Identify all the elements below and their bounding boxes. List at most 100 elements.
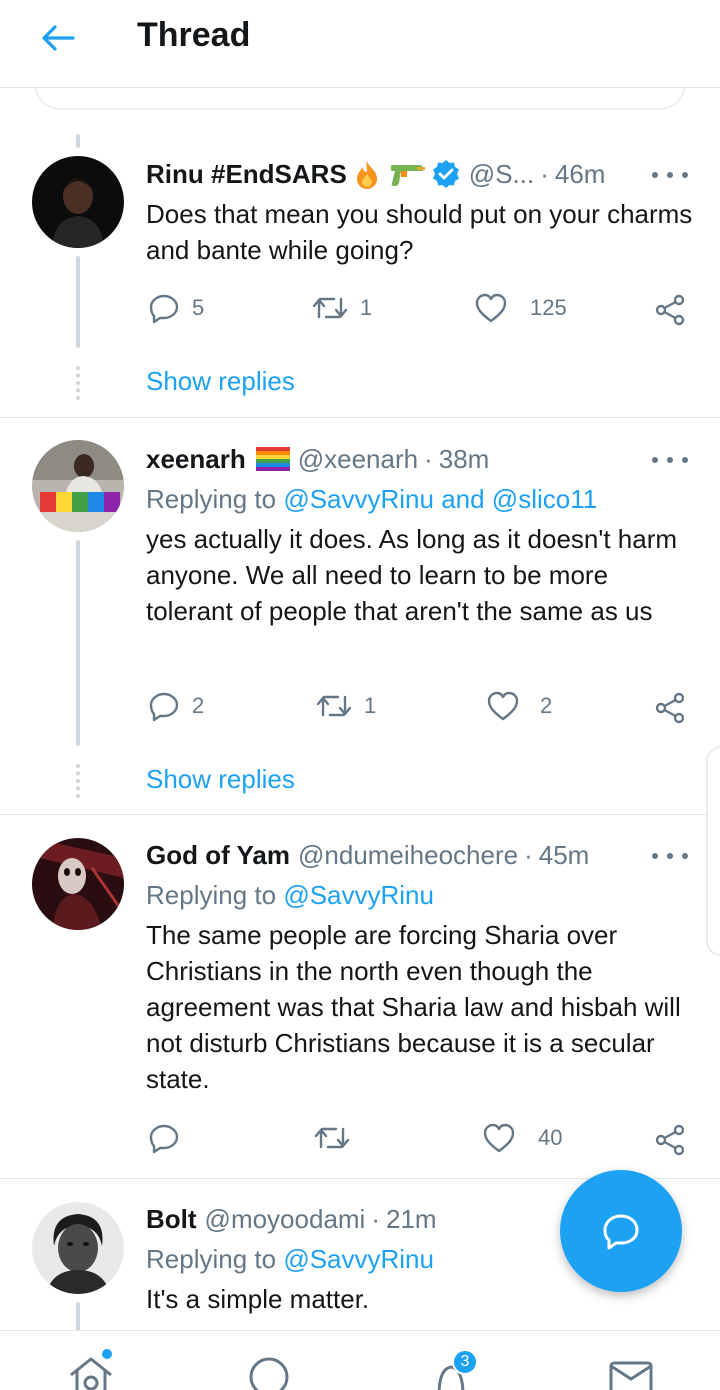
reply-icon xyxy=(149,294,179,324)
replying-to-link[interactable]: @SavvyRinu xyxy=(283,880,434,910)
handle[interactable]: @xeenarh xyxy=(298,444,418,475)
top-bar: Thread xyxy=(0,0,720,88)
thread-line xyxy=(76,1302,80,1332)
reply-bubble-icon xyxy=(603,1214,639,1250)
home-new-dot xyxy=(102,1349,112,1359)
more-options-button[interactable] xyxy=(652,445,688,475)
retweet-button[interactable]: 1 xyxy=(312,288,372,328)
reply-count: 5 xyxy=(192,295,205,320)
replying-to-link[interactable]: @SavvyRinu and @slico11 xyxy=(283,484,597,514)
compose-reply-button[interactable] xyxy=(560,1170,682,1292)
share-button[interactable] xyxy=(650,1120,690,1160)
thread-line xyxy=(76,540,80,746)
like-count: 125 xyxy=(530,295,567,320)
retweet-icon xyxy=(314,1127,350,1149)
divider xyxy=(0,417,720,418)
share-icon xyxy=(655,692,685,724)
nav-search[interactable] xyxy=(244,1355,294,1390)
like-count: 2 xyxy=(540,693,553,718)
tweet-text: The same people are forcing Sharia over … xyxy=(146,920,681,1094)
page-title: Thread xyxy=(137,16,251,54)
handle[interactable]: @ndumeiheochere xyxy=(298,840,518,871)
share-icon xyxy=(655,294,685,326)
thread-dots xyxy=(76,764,80,798)
nav-home[interactable] xyxy=(66,1355,116,1390)
retweet-icon xyxy=(316,695,352,717)
reply-button[interactable] xyxy=(148,1118,192,1158)
retweet-count: 1 xyxy=(360,295,373,320)
retweet-button[interactable]: 1 xyxy=(316,686,376,726)
side-panel-handle[interactable] xyxy=(706,746,720,956)
thread-line xyxy=(76,134,80,148)
display-name[interactable]: Rinu #EndSARS xyxy=(146,159,347,190)
nav-messages[interactable] xyxy=(606,1355,656,1390)
back-button[interactable] xyxy=(36,20,80,56)
share-icon xyxy=(655,1124,685,1156)
bottom-navigation: 3 xyxy=(0,1330,720,1390)
reply-button[interactable]: 5 xyxy=(148,288,204,328)
divider xyxy=(0,814,720,815)
more-options-button[interactable] xyxy=(652,841,688,871)
tweet-header: Bolt @moyoodami · 21m xyxy=(146,1201,437,1237)
share-button[interactable] xyxy=(650,688,690,728)
timestamp[interactable]: 46m xyxy=(555,159,606,190)
thread-dots xyxy=(76,366,80,400)
avatar[interactable] xyxy=(32,1202,124,1294)
replying-to-prefix: Replying to xyxy=(146,880,277,910)
separator-dot: · xyxy=(524,839,533,870)
back-arrow-icon xyxy=(42,25,75,51)
like-button[interactable]: 2 xyxy=(486,686,552,726)
tweet-header: God of Yam @ndumeiheochere · 45m xyxy=(146,837,589,873)
retweet-count: 1 xyxy=(364,693,377,718)
avatar[interactable] xyxy=(32,440,124,532)
timestamp[interactable]: 45m xyxy=(539,840,590,871)
display-name[interactable]: xeenarh xyxy=(146,444,246,475)
replying-to: Replying to @SavvyRinu xyxy=(146,880,434,911)
tweet-text: Does that mean you should put on your ch… xyxy=(146,199,693,265)
thread-line xyxy=(76,256,80,348)
reply-icon xyxy=(149,692,179,722)
show-replies-link[interactable]: Show replies xyxy=(146,764,295,795)
rainbow-flag-emoji xyxy=(255,446,290,472)
tweet-header: xeenarh @xeenarh · 38m xyxy=(146,441,489,477)
like-count: 40 xyxy=(538,1125,563,1150)
show-replies-link[interactable]: Show replies xyxy=(146,366,295,397)
timestamp[interactable]: 38m xyxy=(439,444,490,475)
like-button[interactable]: 40 xyxy=(482,1118,562,1158)
search-icon xyxy=(249,1357,289,1390)
replying-to: Replying to @SavvyRinu xyxy=(146,1244,434,1275)
reply-button[interactable]: 2 xyxy=(148,686,204,726)
reply-icon xyxy=(149,1124,179,1154)
heart-icon xyxy=(483,1123,515,1153)
heart-icon xyxy=(487,691,519,721)
notification-badge: 3 xyxy=(452,1349,478,1375)
share-button[interactable] xyxy=(650,290,690,330)
more-options-button[interactable] xyxy=(652,160,688,190)
messages-icon xyxy=(609,1361,653,1390)
avatar[interactable] xyxy=(32,156,124,248)
handle[interactable]: @S... xyxy=(469,159,534,190)
home-icon xyxy=(70,1357,112,1390)
separator-dot: · xyxy=(424,443,433,474)
replying-to-link[interactable]: @SavvyRinu xyxy=(283,1244,434,1274)
separator-dot: · xyxy=(540,158,549,189)
tweet-text: yes actually it does. As long as it does… xyxy=(146,524,678,626)
heart-icon xyxy=(475,293,507,323)
avatar[interactable] xyxy=(32,838,124,930)
retweet-button[interactable] xyxy=(314,1118,362,1158)
replying-to-prefix: Replying to xyxy=(146,484,277,514)
handle[interactable]: @moyoodami xyxy=(205,1204,366,1235)
timestamp[interactable]: 21m xyxy=(386,1204,437,1235)
retweet-icon xyxy=(312,297,348,319)
display-name[interactable]: God of Yam xyxy=(146,840,290,871)
verified-badge-icon xyxy=(431,159,461,189)
like-button[interactable]: 125 xyxy=(474,288,567,328)
replying-to-prefix: Replying to xyxy=(146,1244,277,1274)
fire-emoji xyxy=(351,158,383,190)
reply-count: 2 xyxy=(192,693,205,718)
display-name[interactable]: Bolt xyxy=(146,1204,197,1235)
water-pistol-emoji xyxy=(387,159,427,189)
tweet-header: Rinu #EndSARS @S... · 46m xyxy=(146,156,605,192)
replying-to: Replying to @SavvyRinu and @slico11 xyxy=(146,484,597,515)
separator-dot: · xyxy=(371,1203,381,1234)
